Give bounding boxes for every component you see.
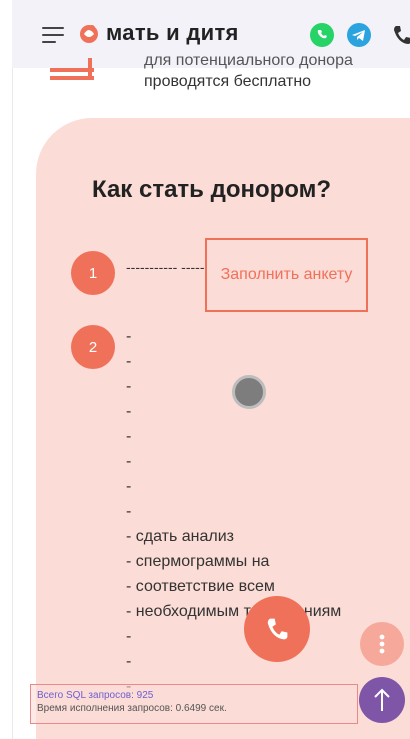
whatsapp-icon[interactable]	[309, 22, 335, 48]
sql-debug-panel: Всего SQL запросов: 925 Время исполнения…	[30, 684, 358, 724]
site-logo[interactable]: мать и дитя	[78, 20, 239, 46]
list-item: -	[126, 428, 132, 445]
list-item: - соответствие всем	[126, 578, 275, 595]
sql-query-count: Всего SQL запросов: 925	[37, 690, 154, 701]
how-to-title: Как стать донором?	[92, 176, 332, 203]
more-options-button[interactable]	[360, 622, 404, 666]
loading-spinner	[232, 375, 266, 409]
menu-icon[interactable]	[42, 27, 64, 43]
list-item: -	[126, 353, 132, 370]
phone-icon[interactable]	[390, 22, 410, 48]
phone-icon	[267, 618, 288, 640]
logo-icon	[80, 25, 98, 43]
sql-exec-time: Время исполнения запросов: 0.6499 сек.	[37, 703, 227, 714]
call-button[interactable]	[244, 596, 310, 662]
step-number: 1	[71, 251, 115, 295]
intro-line-1: для потенциального донора	[144, 52, 353, 69]
telegram-icon[interactable]	[346, 22, 372, 48]
scroll-top-button[interactable]	[359, 677, 405, 723]
step1-text: ----------- -----	[126, 259, 205, 275]
more-vertical-icon	[379, 634, 385, 654]
fill-form-button[interactable]: Заполнить анкету	[205, 238, 368, 312]
list-item: -	[126, 478, 132, 495]
page-edge-divider	[12, 68, 13, 739]
list-item: -	[126, 453, 132, 470]
donor-icon	[50, 58, 94, 80]
list-item: -	[126, 328, 132, 345]
list-item: - сдать анализ	[126, 528, 235, 545]
step-number: 2	[71, 325, 115, 369]
list-item: -	[126, 503, 132, 520]
intro-line-2: проводятся бесплатно	[144, 73, 312, 90]
arrow-up-icon	[374, 688, 390, 711]
intro-text: для потенциального донора проводятся бес…	[144, 50, 394, 92]
logo-text: мать и дитя	[106, 20, 239, 45]
list-item: - спермограммы на	[126, 553, 270, 570]
